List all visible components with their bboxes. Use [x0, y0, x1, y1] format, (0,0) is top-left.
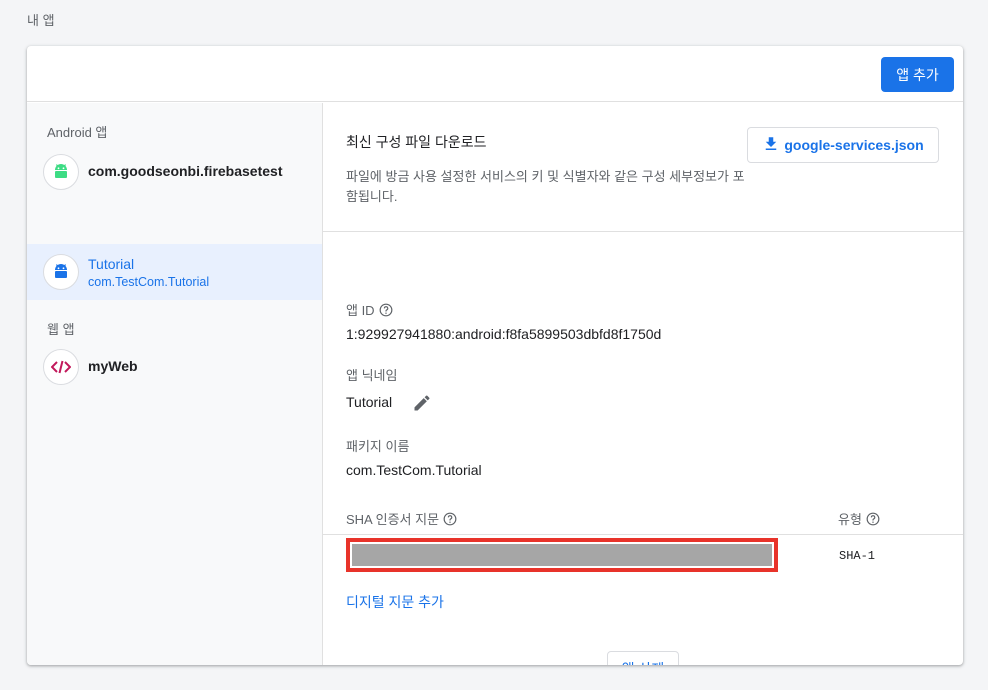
- card-toolbar: 앱 추가: [27, 46, 963, 102]
- sidebar-item-tutorial[interactable]: Tutorial com.TestCom.Tutorial: [27, 244, 322, 300]
- nickname-value: Tutorial: [346, 394, 393, 410]
- sidebar-item-package: com.TestCom.Tutorial: [88, 275, 210, 289]
- help-icon[interactable]: [379, 303, 393, 317]
- add-fingerprint-link[interactable]: 디지털 지문 추가: [346, 592, 444, 612]
- sha-type-value: SHA-1: [839, 549, 876, 563]
- sidebar-item-myweb[interactable]: myWeb: [27, 339, 322, 395]
- web-section-label: 웹 앱: [47, 322, 75, 337]
- page-heading: 내 앱: [27, 13, 55, 28]
- app-details-panel: 최신 구성 파일 다운로드 파일에 방금 사용 설정한 서비스의 키 및 식별자…: [323, 103, 963, 665]
- delete-app-button[interactable]: 앱 삭제: [607, 651, 679, 665]
- edit-icon[interactable]: [411, 392, 433, 414]
- sha-fingerprint-label-text: SHA 인증서 지문: [346, 512, 440, 527]
- config-download-section: 최신 구성 파일 다운로드 파일에 방금 사용 설정한 서비스의 키 및 식별자…: [323, 103, 963, 232]
- download-config-label: google-services.json: [784, 137, 924, 153]
- sidebar-item-firebasetest[interactable]: com.goodseonbi.firebasetest: [27, 144, 322, 200]
- app-id-label-text: 앱 ID: [346, 303, 375, 318]
- android-icon: [43, 154, 79, 190]
- add-app-button[interactable]: 앱 추가: [881, 57, 954, 92]
- sha-fingerprint-label: SHA 인증서 지문: [346, 509, 457, 528]
- app-sidebar: Android 앱 com.goodseonbi.firebasetest Tu…: [27, 103, 323, 665]
- help-icon[interactable]: [443, 512, 457, 526]
- sha-table-divider: [323, 534, 963, 535]
- sha-type-label: 유형: [838, 509, 880, 528]
- app-id-value: 1:929927941880:android:f8fa5899503dbfd8f…: [346, 326, 662, 342]
- help-icon[interactable]: [866, 512, 880, 526]
- package-label: 패키지 이름: [346, 439, 410, 454]
- app-settings-card: 앱 추가 Android 앱 com.goodseonbi.firebasete…: [27, 46, 963, 665]
- download-config-button[interactable]: google-services.json: [747, 127, 939, 163]
- sha-type-label-text: 유형: [838, 512, 862, 527]
- android-section-label: Android 앱: [47, 125, 108, 140]
- config-description: 파일에 방금 사용 설정한 서비스의 키 및 식별자와 같은 구성 세부정보가 …: [346, 169, 745, 204]
- sha-fingerprint-redacted: [346, 538, 778, 572]
- redaction-block: [352, 544, 772, 566]
- code-icon: [43, 349, 79, 385]
- nickname-label: 앱 닉네임: [346, 368, 398, 383]
- config-title: 최신 구성 파일 다운로드: [346, 134, 487, 150]
- sidebar-item-label: com.goodseonbi.firebasetest: [88, 163, 283, 179]
- android-icon: [43, 254, 79, 290]
- sidebar-item-label: Tutorial: [88, 256, 135, 272]
- sidebar-item-label: myWeb: [88, 358, 138, 374]
- app-id-label: 앱 ID: [346, 300, 393, 319]
- package-value: com.TestCom.Tutorial: [346, 462, 482, 478]
- download-icon: [762, 135, 780, 156]
